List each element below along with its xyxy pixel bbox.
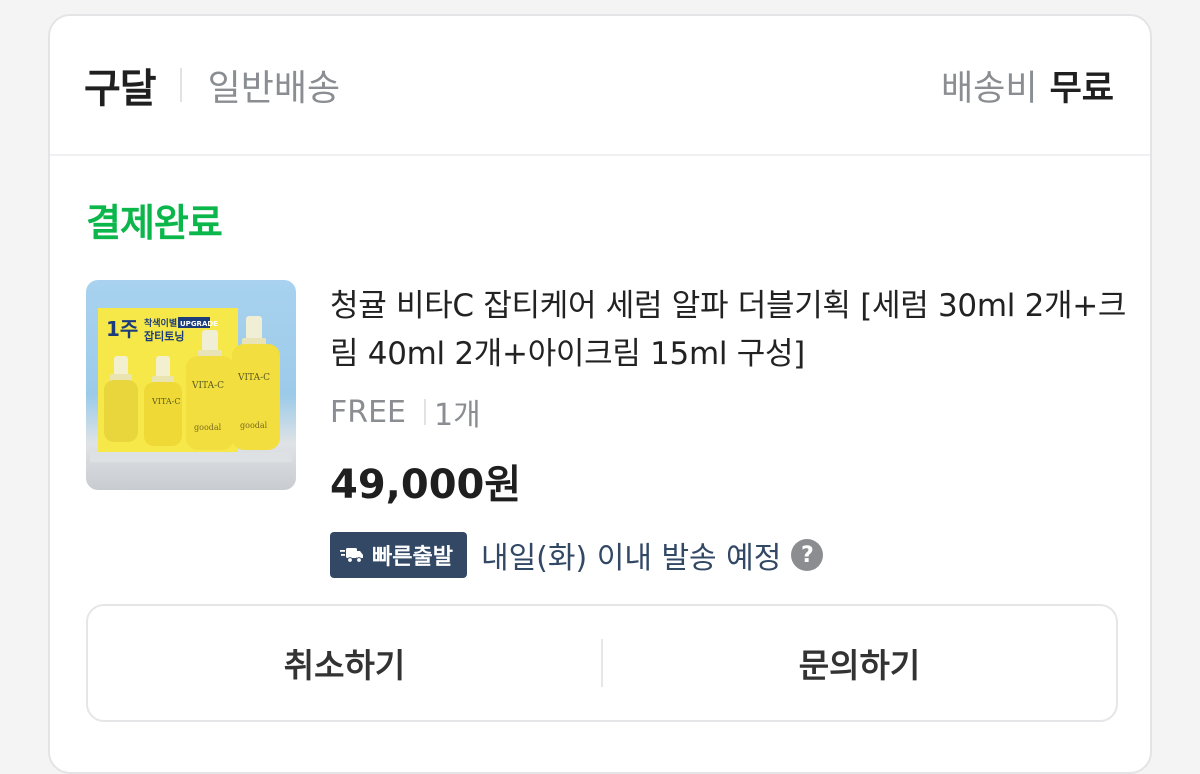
bottle-label-3: VITA-C [237, 373, 270, 383]
promo-line1: 착색이별 [144, 317, 177, 329]
seller-name[interactable]: 구달 [84, 56, 157, 114]
promo-line2: 잡티토닝 [144, 329, 184, 343]
bottle-brand-1: goodal [194, 423, 222, 432]
order-status: 결제완료 [86, 201, 223, 245]
product-image[interactable]: 1주 착색이별 UPGRADE 잡티토닝 VITA-C VITA-C gooda… [86, 280, 296, 490]
fast-shipping-badge: 빠른출발 [330, 532, 467, 578]
product-options: FREE 1개 [330, 390, 1130, 434]
question-mark-icon[interactable]: ? [791, 539, 824, 571]
shipping-eta: 내일(화) 이내 발송 예정 [480, 541, 782, 576]
inquiry-button[interactable]: 문의하기 [603, 606, 1116, 720]
bottle-brand-2: goodal [240, 421, 268, 430]
product-quantity: 1개 [434, 398, 481, 433]
order-card: 구달 일반배송 배송비 무료 결제완료 1주 착색이별 UPGRADE 잡티토닝… [48, 14, 1152, 774]
bottle-label-2: VITA-C [191, 381, 224, 391]
truck-icon [340, 548, 363, 563]
product-price: 49,000원 [330, 462, 522, 508]
shipping-type: 일반배송 [207, 68, 341, 109]
shipping-fee-label: 배송비 [940, 68, 1038, 109]
promo-tag: 1주 [106, 317, 138, 341]
shipping-estimate: 빠른출발 내일(화) 이내 발송 예정 ? [330, 532, 1130, 578]
order-header: 구달 일반배송 배송비 무료 [50, 16, 1150, 156]
product-name[interactable]: 청귤 비타C 잡티케어 세럼 알파 더블기획 [세럼 30ml 2개+크림 40… [330, 282, 1130, 378]
shipping-fee-value: 무료 [1049, 68, 1114, 109]
promo-upgrade: UPGRADE [180, 320, 218, 328]
order-actions: 취소하기 문의하기 [86, 604, 1118, 722]
header-divider [179, 68, 182, 102]
product-option: FREE [330, 394, 407, 430]
option-divider [424, 399, 427, 425]
fast-shipping-label: 빠른출발 [372, 545, 453, 570]
product-info: 청귤 비타C 잡티케어 세럼 알파 더블기획 [세럼 30ml 2개+크림 40… [330, 282, 1130, 578]
bottle-label-1: VITA-C [151, 397, 180, 406]
cancel-button[interactable]: 취소하기 [88, 606, 601, 720]
